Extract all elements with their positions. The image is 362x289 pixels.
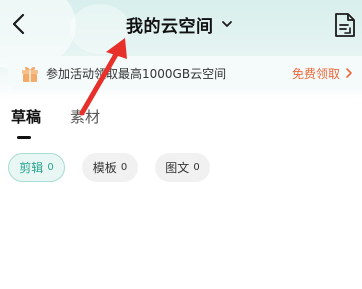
promo-text: 参加活动领取最高1000GB云空间 xyxy=(46,66,227,81)
chevron-right-icon xyxy=(346,68,352,78)
promo-banner[interactable]: 参加活动领取最高1000GB云空间 免费领取 xyxy=(8,56,362,90)
filter-chip-edit[interactable]: 剪辑 0 xyxy=(8,153,65,182)
document-button[interactable] xyxy=(333,12,357,38)
top-bar: 我的云空间 xyxy=(0,0,362,48)
tab-bar: 草稿 素材 xyxy=(0,106,362,140)
chevron-left-icon xyxy=(12,13,25,35)
space-switcher[interactable]: 我的云空间 xyxy=(126,11,234,37)
filter-chip-template[interactable]: 模板 0 xyxy=(82,153,138,182)
tab-materials[interactable]: 素材 xyxy=(70,106,100,127)
active-tab-indicator xyxy=(17,136,31,139)
filter-chip-count: 0 xyxy=(47,162,54,173)
document-icon xyxy=(335,13,355,37)
cloud-space-page: 我的云空间 参加活动领取最高1000GB云空间 免费领取 草稿 素材 剪辑 0 … xyxy=(0,0,362,289)
free-claim-link[interactable]: 免费领取 xyxy=(292,56,354,90)
filter-chip-label: 剪辑 xyxy=(19,161,44,175)
filter-chip-image-text[interactable]: 图文 0 xyxy=(155,153,210,182)
gift-icon xyxy=(22,66,38,82)
filter-chip-label: 模板 xyxy=(92,161,117,175)
free-claim-label: 免费领取 xyxy=(291,66,340,81)
filter-chips: 剪辑 0 模板 0 图文 0 xyxy=(0,153,362,183)
filter-chip-count: 0 xyxy=(120,162,128,173)
back-button[interactable] xyxy=(6,10,32,38)
page-title: 我的云空间 xyxy=(126,16,214,37)
filter-chip-count: 0 xyxy=(193,162,200,173)
tab-drafts[interactable]: 草稿 xyxy=(11,106,41,127)
chevron-down-icon xyxy=(221,21,232,27)
filter-chip-label: 图文 xyxy=(165,161,190,175)
